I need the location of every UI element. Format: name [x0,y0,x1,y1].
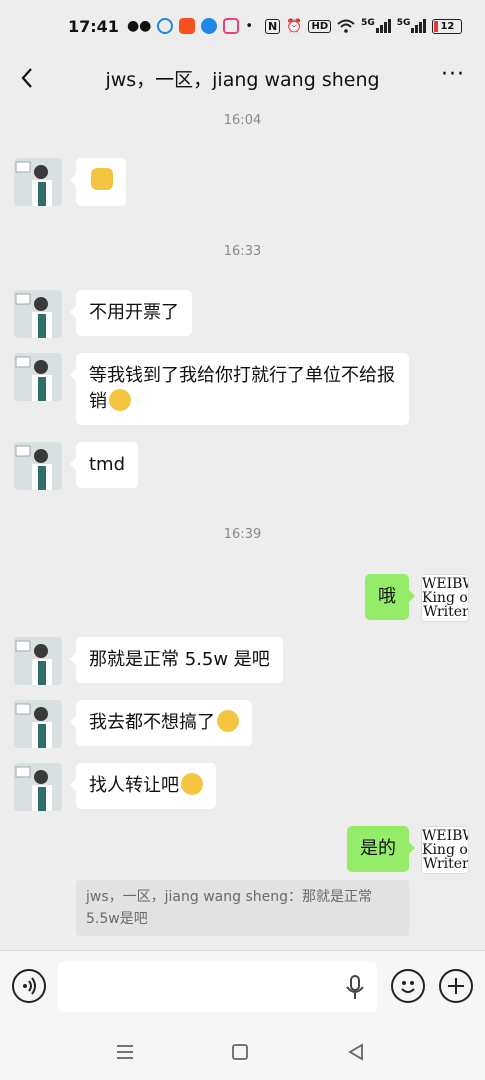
message-text: 不用开票了 [89,302,179,323]
self-avatar[interactable]: WEIBW King of Writer [421,574,469,622]
contact-avatar[interactable] [14,290,62,338]
message-input[interactable] [58,962,377,1012]
self-avatar[interactable]: WEIBW King of Writer [421,826,469,874]
message-text: tmd [89,454,126,475]
signal-icon-2: 5G [397,19,427,33]
contact-avatar[interactable] [14,700,62,748]
message-bubble[interactable]: tmd [69,442,139,488]
contact-avatar[interactable] [14,763,62,811]
timestamp: 16:04 [223,113,262,128]
mic-icon[interactable] [344,975,366,1001]
wechat-icon: ●● [126,18,152,34]
chat-title: jws，一区，jiang wang sheng [105,68,380,91]
app-icon-blue [157,18,174,34]
message-bubble-self[interactable]: 哦 [365,574,415,620]
message-text: 等我钱到了我给你打就行了单位不给报销 [89,365,395,412]
notification-icons: ●● • [127,18,253,34]
message-bubble[interactable]: 等我钱到了我给你打就行了单位不给报销 [70,353,409,425]
input-bar [0,950,485,1024]
chat-header: jws，一区，jiang wang sheng ··· [0,52,485,104]
message-bubble[interactable] [70,158,126,206]
timestamp: 16:39 [223,527,262,542]
status-bar: 17:41 ●● • N ⏰ HD 5G 5G 12 [0,0,485,52]
battery-icon: 12 [432,18,463,34]
wifi-icon [337,19,355,33]
back-nav-icon[interactable] [344,1040,368,1064]
dot-icon: • [245,18,254,34]
status-time: 17:41 [68,16,119,36]
crying-emoji-icon [181,773,203,795]
home-nav-icon[interactable] [228,1040,252,1064]
message-bubble[interactable]: 我去都不想搞了 [70,700,252,746]
app-icon-pink [223,18,240,34]
smiley-icon [401,981,415,993]
message-text: 是的 [360,838,396,859]
contact-avatar[interactable] [14,442,62,490]
self-avatar-text: WEIBW King of Writer [422,576,469,620]
message-bubble-self[interactable]: 是的 [347,826,415,872]
message-text: 找人转让吧 [89,775,179,796]
voice-icon [23,977,36,995]
hd-icon: HD [308,19,332,33]
quoted-message[interactable]: jws，一区，jiang wang sheng：那就是正常5.5w是吧 [76,880,409,936]
more-button[interactable]: ··· [441,62,465,87]
message-text: 那就是正常 5.5w 是吧 [89,649,270,670]
message-text: 哦 [378,586,396,607]
back-button[interactable] [14,64,42,92]
app-icon-blue-dot [201,18,218,34]
contact-avatar[interactable] [14,353,62,401]
timestamp: 16:33 [223,244,262,259]
quoted-message-text: jws，一区，jiang wang sheng：那就是正常5.5w是吧 [86,889,372,927]
contact-avatar[interactable] [14,158,62,206]
emoji-button[interactable] [391,969,425,1003]
plus-icon [448,978,464,994]
nfc-icon: N [265,18,281,34]
system-nav-bar [0,1024,485,1080]
alarm-icon: ⏰ [286,18,303,34]
message-bubble[interactable]: 找人转让吧 [70,763,216,809]
message-bubble[interactable]: 那就是正常 5.5w 是吧 [70,637,283,683]
frown-emoji-icon [109,389,131,411]
app-icon-red [179,18,196,34]
more-actions-button[interactable] [439,969,473,1003]
message-list[interactable]: 16:04 16:33 不用开票了 等我钱到了我给你打就行了单位不给报销 tmd [0,104,485,950]
signal-icon-1: 5G [361,19,391,33]
menu-nav-icon[interactable] [113,1040,137,1064]
message-bubble[interactable]: 不用开票了 [70,290,192,336]
status-right: N ⏰ HD 5G 5G 12 [265,18,463,34]
self-avatar-text: WEIBW King of Writer [422,828,469,872]
message-text: 我去都不想搞了 [89,712,215,733]
voice-button[interactable] [12,969,46,1003]
contact-avatar[interactable] [14,637,62,685]
laugh-tears-emoji-icon [217,710,239,732]
handshake-emoji-icon [91,168,113,190]
